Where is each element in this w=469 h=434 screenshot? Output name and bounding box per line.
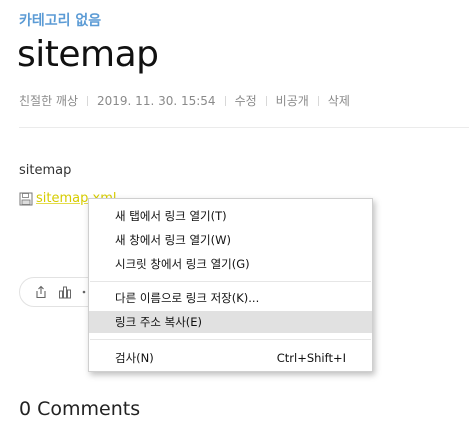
author-name[interactable]: 친절한 깨상 <box>19 92 78 109</box>
header-divider <box>19 127 469 128</box>
meta-divider <box>265 95 267 106</box>
post-date: 2019. 11. 30. 15:54 <box>97 93 216 108</box>
private-link[interactable]: 비공개 <box>276 92 309 109</box>
menu-item-label: 다른 이름으로 링크 저장(K)... <box>115 291 260 305</box>
menu-item-label: 새 창에서 링크 열기(W) <box>115 233 231 247</box>
context-menu: 새 탭에서 링크 열기(T) 새 창에서 링크 열기(W) 시크릿 창에서 링크… <box>88 198 373 372</box>
floppy-disk-icon <box>19 192 33 205</box>
menu-separator <box>90 339 371 340</box>
post-meta: 친절한 깨상 2019. 11. 30. 15:54 수정 비공개 삭제 <box>19 92 350 109</box>
page-title: sitemap <box>17 34 159 75</box>
menu-item-shortcut: Ctrl+Shift+I <box>276 351 346 365</box>
menu-item-save-link-as[interactable]: 다른 이름으로 링크 저장(K)... <box>89 287 372 309</box>
post-body-text: sitemap <box>19 163 72 178</box>
menu-item-open-new-tab[interactable]: 새 탭에서 링크 열기(T) <box>89 205 372 227</box>
menu-item-open-new-window[interactable]: 새 창에서 링크 열기(W) <box>89 229 372 251</box>
menu-item-open-incognito[interactable]: 시크릿 창에서 링크 열기(G) <box>89 253 372 275</box>
menu-item-label: 검사(N) <box>115 351 154 365</box>
meta-divider <box>317 95 319 106</box>
meta-divider <box>224 95 226 106</box>
post-category[interactable]: 카테고리 없음 <box>19 10 101 30</box>
menu-item-label: 링크 주소 복사(E) <box>115 315 203 329</box>
menu-separator <box>90 281 371 282</box>
menu-item-copy-link-address[interactable]: 링크 주소 복사(E) <box>89 311 372 333</box>
share-icon[interactable] <box>34 285 48 299</box>
bar-chart-icon[interactable] <box>58 285 72 299</box>
menu-item-label: 시크릿 창에서 링크 열기(G) <box>115 257 250 271</box>
edit-link[interactable]: 수정 <box>235 92 257 109</box>
comments-heading: 0 Comments <box>19 398 141 420</box>
menu-item-label: 새 탭에서 링크 열기(T) <box>115 209 227 223</box>
meta-divider <box>87 95 89 106</box>
delete-link[interactable]: 삭제 <box>328 92 350 109</box>
menu-item-inspect[interactable]: 검사(N) Ctrl+Shift+I <box>89 347 372 369</box>
